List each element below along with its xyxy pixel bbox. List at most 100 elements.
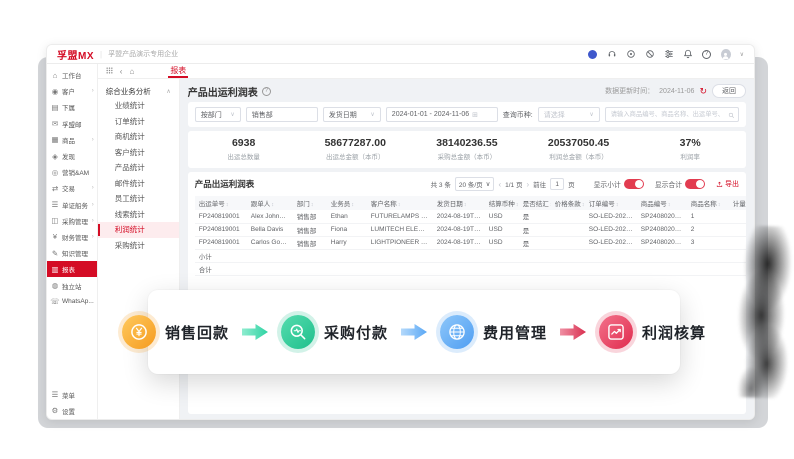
sidebar-item-fumeng-mail[interactable]: ✉孚盟邮	[47, 116, 97, 132]
chevron-right-icon: ›	[92, 202, 94, 208]
sort-icon: ↕	[516, 202, 519, 208]
table-cell: FP240819001	[195, 210, 247, 223]
column-label: 计量单位	[733, 201, 746, 208]
theme-icon[interactable]	[588, 49, 598, 59]
sidenav-item[interactable]: 线索统计	[98, 207, 179, 223]
sidebar-item-reports[interactable]: ▥报表	[47, 261, 97, 277]
topbar: 孚盟MX | 孚盟产品演示专用企业 ? ∨	[47, 45, 754, 64]
data-updated-label: 数据更新时间：	[605, 86, 654, 96]
sort-icon: ↕	[718, 202, 721, 208]
dnd-icon[interactable]	[645, 49, 655, 59]
filter-icon[interactable]	[664, 49, 674, 59]
fumeng-mail-icon: ✉	[50, 119, 60, 128]
help-icon[interactable]: ?	[702, 49, 712, 59]
back-button[interactable]: 返回	[712, 84, 746, 98]
sidenav-item[interactable]: 产品统计	[98, 160, 179, 176]
sidebar-item-finance[interactable]: ¥财务管理›	[47, 229, 97, 245]
table-row[interactable]: FP240819001Carlos Gomez销售部HarryLIGHTPION…	[195, 236, 746, 249]
stat-value: 58677287.00	[299, 137, 411, 149]
department-input[interactable]	[246, 107, 318, 122]
sidebar-item-whatsapp[interactable]: ☏WhatsAp...	[47, 294, 97, 310]
column-header[interactable]: 业务员↕	[327, 196, 367, 210]
sort-icon: ↕	[668, 202, 671, 208]
sidebar-item-menu[interactable]: ☰菜单	[47, 387, 97, 403]
headset-icon[interactable]	[607, 49, 617, 59]
sidenav-group-header[interactable]: 综合业务分析 ∧	[98, 84, 179, 98]
sidenav-item[interactable]: 采购统计	[98, 238, 179, 254]
sidebar-item-subordinates[interactable]: ▤下属	[47, 99, 97, 115]
column-header[interactable]: 计量单位↕	[729, 196, 746, 210]
table-cell: 销售部	[293, 223, 327, 236]
column-header[interactable]: 跟单人↕	[247, 196, 293, 210]
sidebar-item-workbench[interactable]: ⌂工作台	[47, 67, 97, 83]
column-header[interactable]: 发货日期↕	[433, 196, 485, 210]
sidenav-item[interactable]: 邮件统计	[98, 176, 179, 192]
grid-menu-icon[interactable]	[106, 67, 113, 76]
marketing-am-icon: ◎	[50, 168, 60, 177]
bell-icon[interactable]	[683, 49, 693, 59]
sort-icon: ↕	[351, 202, 354, 208]
column-header[interactable]: 部门↕	[293, 196, 327, 210]
sidebar-item-trade[interactable]: ⇄交易›	[47, 180, 97, 196]
chevron-down-icon[interactable]: ∨	[740, 51, 744, 58]
topbar-actions: ? ∨	[588, 49, 744, 59]
table-cell	[327, 262, 367, 275]
sidenav-item[interactable]: 商机统计	[98, 129, 179, 145]
column-header[interactable]: 订单编号↕	[585, 196, 637, 210]
search-input[interactable]	[605, 107, 739, 122]
collapse-icon[interactable]: ‹	[120, 67, 123, 76]
sort-icon: ↕	[311, 202, 314, 208]
table-cell	[327, 249, 367, 262]
sidebar-item-settings[interactable]: ⚙设置	[47, 403, 97, 419]
question-circle-icon[interactable]: ?	[262, 87, 271, 96]
prev-page-icon[interactable]: ‹	[498, 180, 501, 189]
sidebar-item-knowledge[interactable]: ✎知识管理	[47, 245, 97, 261]
total-toggle[interactable]	[685, 179, 705, 189]
target-icon[interactable]	[626, 49, 636, 59]
sidebar-item-independent-site[interactable]: ◍独立站	[47, 277, 97, 293]
sidebar-item-docs-shipping[interactable]: ☰单证船务›	[47, 197, 97, 213]
sidenav-item[interactable]: 客户统计	[98, 145, 179, 161]
sidebar-item-products[interactable]: ▦商品›	[47, 132, 97, 148]
column-header[interactable]: 商品名称↕	[687, 196, 729, 210]
currency-select[interactable]: 请选择 ∨	[538, 107, 600, 122]
table-cell: LUMITECH ELECTR...	[367, 223, 433, 236]
column-header[interactable]: 结算币种↕	[485, 196, 519, 210]
sidebar-item-customers[interactable]: ◉客户›	[47, 83, 97, 99]
table-row[interactable]: FP240819001Bella Davis销售部FionaLUMITECH E…	[195, 223, 746, 236]
sidenav-item[interactable]: 利润统计	[98, 222, 179, 238]
sidebar-item-discover[interactable]: ◈发现	[47, 148, 97, 164]
chevron-right-icon: ›	[92, 88, 94, 94]
column-header[interactable]: 出运单号↕	[195, 196, 247, 210]
banner-step-purchase-payment: 采购付款	[281, 315, 388, 349]
sidebar-item-marketing-am[interactable]: ◎营销&AM	[47, 164, 97, 180]
column-header[interactable]: 价格条款↕	[551, 196, 585, 210]
column-header[interactable]: 客户名称↕	[367, 196, 433, 210]
table-row[interactable]: FP240819001Alex Johnson销售部EthanFUTURELAM…	[195, 210, 746, 223]
goto-page-input[interactable]	[550, 178, 564, 190]
home-icon[interactable]: ⌂	[129, 67, 134, 76]
sidebar-item-procurement[interactable]: ◫采购管理›	[47, 213, 97, 229]
sidenav-item[interactable]: 业绩统计	[98, 98, 179, 114]
sidenav-item[interactable]: 员工统计	[98, 191, 179, 207]
next-page-icon[interactable]: ›	[526, 180, 529, 189]
date-type-select[interactable]: 发货日期 ∨	[323, 107, 381, 122]
workflow-steps: 销售回款采购付款费用管理利润核算	[122, 315, 706, 349]
sidenav-item[interactable]: 订单统计	[98, 114, 179, 130]
subtotal-toggle[interactable]	[624, 179, 644, 189]
search-icon[interactable]	[728, 106, 735, 124]
topbar-divider: |	[100, 50, 102, 59]
date-range-picker[interactable]: 2024-01-01 - 2024-11-06 ⊞	[386, 107, 498, 122]
stat-value: 38140236.55	[411, 137, 523, 149]
goto-label: 前往	[533, 179, 546, 189]
docs-shipping-icon: ☰	[50, 200, 60, 209]
page-size-select[interactable]: 20 条/页 ∨	[455, 177, 495, 191]
sort-icon: ↕	[271, 202, 274, 208]
column-header[interactable]: 是否结汇↕	[519, 196, 551, 210]
export-button[interactable]: 导出	[716, 179, 739, 189]
department-select[interactable]: 按部门 ∨	[195, 107, 241, 122]
tab-reports[interactable]: 报表	[168, 64, 188, 78]
refresh-icon[interactable]: ↻	[699, 86, 707, 97]
avatar[interactable]	[721, 49, 731, 59]
column-header[interactable]: 商品编号↕	[637, 196, 687, 210]
